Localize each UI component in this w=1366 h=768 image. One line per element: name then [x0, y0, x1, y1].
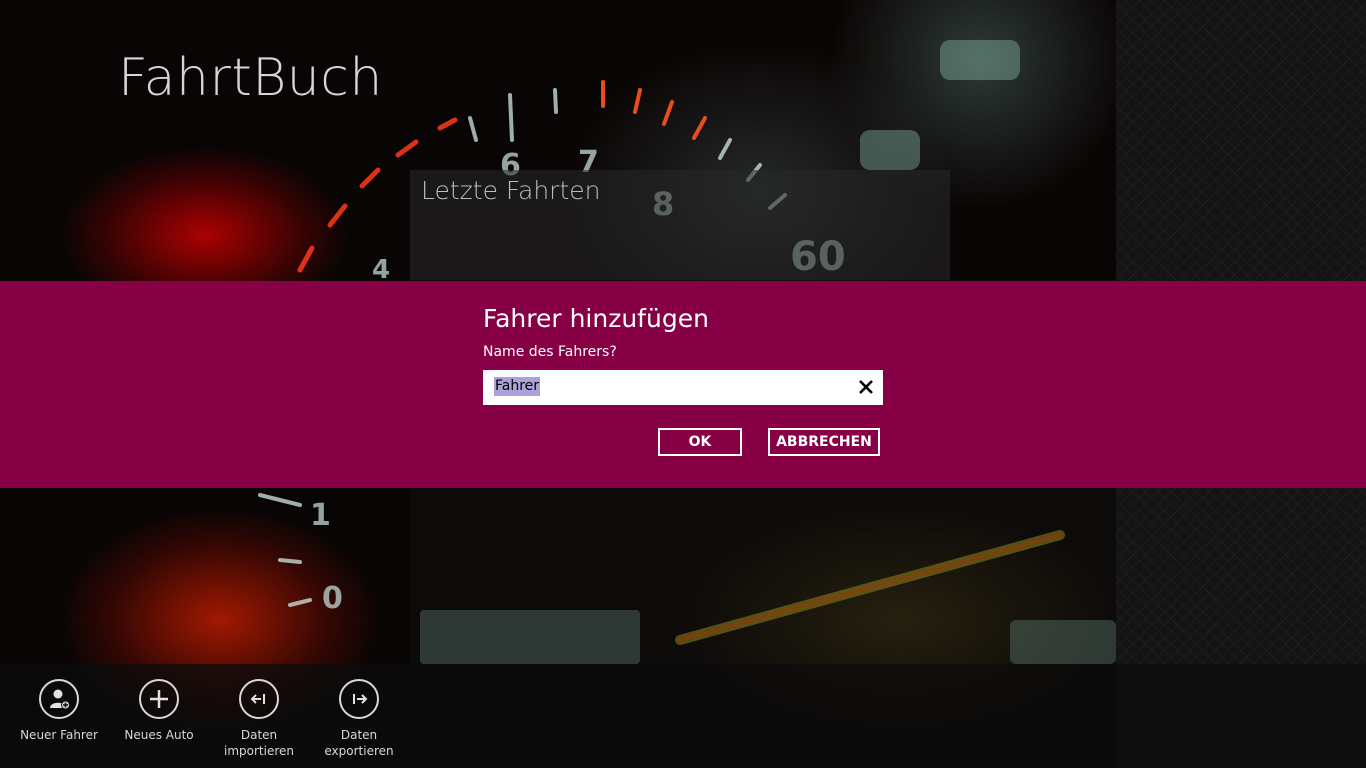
- cancel-button[interactable]: ABBRECHEN: [768, 428, 880, 456]
- export-label-line2: exportieren: [324, 744, 394, 758]
- clear-input-button[interactable]: [855, 375, 877, 399]
- plus-icon: [139, 679, 179, 719]
- import-icon: [239, 679, 279, 719]
- dialog-prompt: Name des Fahrers?: [483, 344, 617, 360]
- import-label-line2: importieren: [224, 744, 294, 758]
- dialog-title: Fahrer hinzufügen: [483, 304, 709, 333]
- import-data-label: Daten importieren: [214, 727, 304, 759]
- svg-text:1: 1: [310, 498, 331, 533]
- driver-name-input[interactable]: Fahrer: [483, 370, 883, 405]
- new-car-button[interactable]: Neues Auto: [109, 679, 209, 743]
- app-bar: Neuer Fahrer Neues Auto Daten importiere…: [0, 664, 1366, 768]
- export-data-label: Daten exportieren: [314, 727, 404, 759]
- export-data-button[interactable]: Daten exportieren: [309, 679, 409, 759]
- export-icon: [339, 679, 379, 719]
- driver-name-selected-text[interactable]: Fahrer: [494, 377, 541, 396]
- new-car-label: Neues Auto: [124, 728, 194, 742]
- import-label-line1: Daten: [240, 728, 278, 742]
- app-screen: 6 7 8 4 1 0 60 FahrtBuch Letzte Fahrten …: [0, 0, 1366, 768]
- new-driver-button[interactable]: Neuer Fahrer: [9, 679, 109, 743]
- add-user-icon: [39, 679, 79, 719]
- section-title-recent-trips: Letzte Fahrten: [421, 176, 601, 205]
- new-driver-label: Neuer Fahrer: [20, 728, 98, 742]
- add-driver-dialog: Fahrer hinzufügen Name des Fahrers? Fahr…: [0, 281, 1366, 488]
- ok-button[interactable]: OK: [658, 428, 742, 456]
- close-icon: [859, 380, 873, 394]
- svg-text:0: 0: [322, 581, 343, 616]
- import-data-button[interactable]: Daten importieren: [209, 679, 309, 759]
- export-label-line1: Daten: [340, 728, 378, 742]
- app-title: FahrtBuch: [118, 48, 383, 108]
